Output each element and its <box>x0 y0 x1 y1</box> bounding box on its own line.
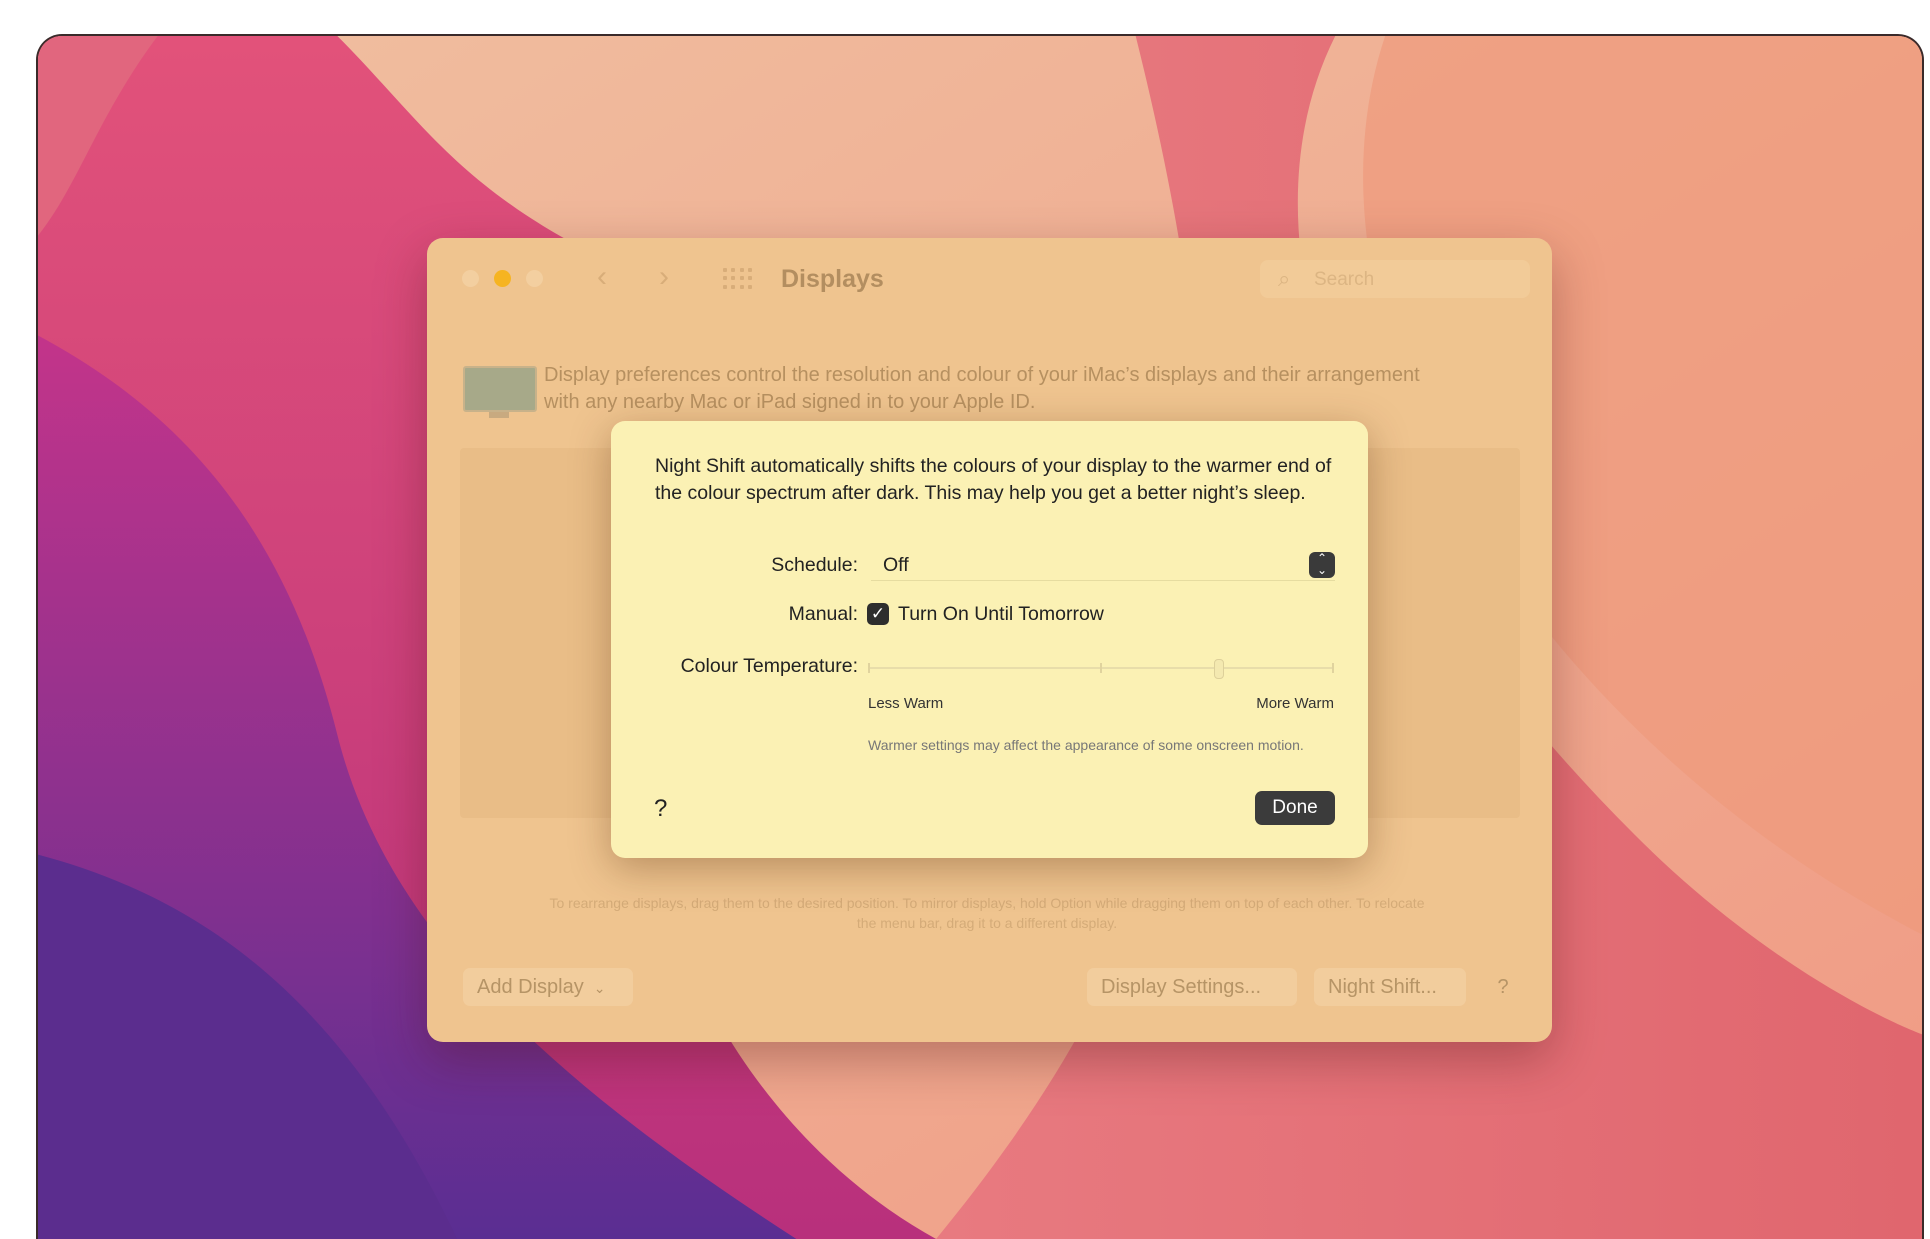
zoom-window-button[interactable] <box>526 270 543 287</box>
minimize-window-button[interactable] <box>494 270 511 287</box>
night-shift-description: Night Shift automatically shifts the col… <box>655 455 1332 504</box>
slider-tick <box>868 663 870 673</box>
display-icon <box>463 366 537 418</box>
search-icon: ⌕ <box>1278 266 1291 291</box>
slider-knob[interactable] <box>1213 659 1224 679</box>
night-shift-button[interactable]: Night Shift... <box>1314 968 1466 1006</box>
window-help-label: ? <box>1497 976 1509 998</box>
night-shift-label: Night Shift... <box>1328 976 1437 998</box>
window-help-button[interactable]: ? <box>1483 968 1523 1006</box>
select-stepper-icon: ⌃ ⌄ <box>1309 552 1335 578</box>
night-shift-sheet: Night Shift automatically shifts the col… <box>611 421 1368 858</box>
close-window-button[interactable] <box>462 270 479 287</box>
search-field[interactable]: ⌕ Search <box>1260 260 1530 298</box>
schedule-select[interactable]: Off ⌃ ⌄ <box>871 549 1335 581</box>
displays-description: Display preferences control the resoluti… <box>544 364 1420 413</box>
slider-tick <box>1100 663 1102 673</box>
slider-tick <box>1332 663 1334 673</box>
turn-on-until-tomorrow-label[interactable]: Turn On Until Tomorrow <box>898 603 1104 626</box>
schedule-label: Schedule: <box>771 554 858 576</box>
done-button[interactable]: Done <box>1255 791 1335 825</box>
window-title: Displays <box>781 265 884 293</box>
colour-temperature-slider[interactable] <box>868 659 1334 679</box>
turn-on-until-tomorrow-checkbox[interactable]: ✓ <box>867 603 889 625</box>
back-arrow-icon[interactable]: ‹ <box>597 260 607 294</box>
forward-arrow-icon[interactable]: › <box>659 260 669 294</box>
arrangement-hint: To rearrange displays, drag them to the … <box>549 895 1425 931</box>
show-all-grid-icon[interactable] <box>723 268 753 290</box>
less-warm-label: Less Warm <box>868 695 944 712</box>
display-settings-button[interactable]: Display Settings... <box>1087 968 1297 1006</box>
warmer-settings-note: Warmer settings may affect the appearanc… <box>868 737 1304 753</box>
sheet-help-button[interactable]: ? <box>654 795 667 823</box>
schedule-value: Off <box>883 554 909 576</box>
colour-temperature-label: Colour Temperature: <box>680 655 858 677</box>
window-titlebar: ‹ › Displays ⌕ Search <box>427 238 1552 308</box>
manual-label: Manual: <box>788 603 858 625</box>
add-display-button[interactable]: Add Display ⌄ <box>463 968 633 1006</box>
more-warm-label: More Warm <box>1256 695 1334 712</box>
display-settings-label: Display Settings... <box>1101 976 1262 998</box>
chevron-down-icon: ⌄ <box>593 980 606 996</box>
add-display-label: Add Display <box>477 976 584 998</box>
search-placeholder: Search <box>1314 269 1375 290</box>
